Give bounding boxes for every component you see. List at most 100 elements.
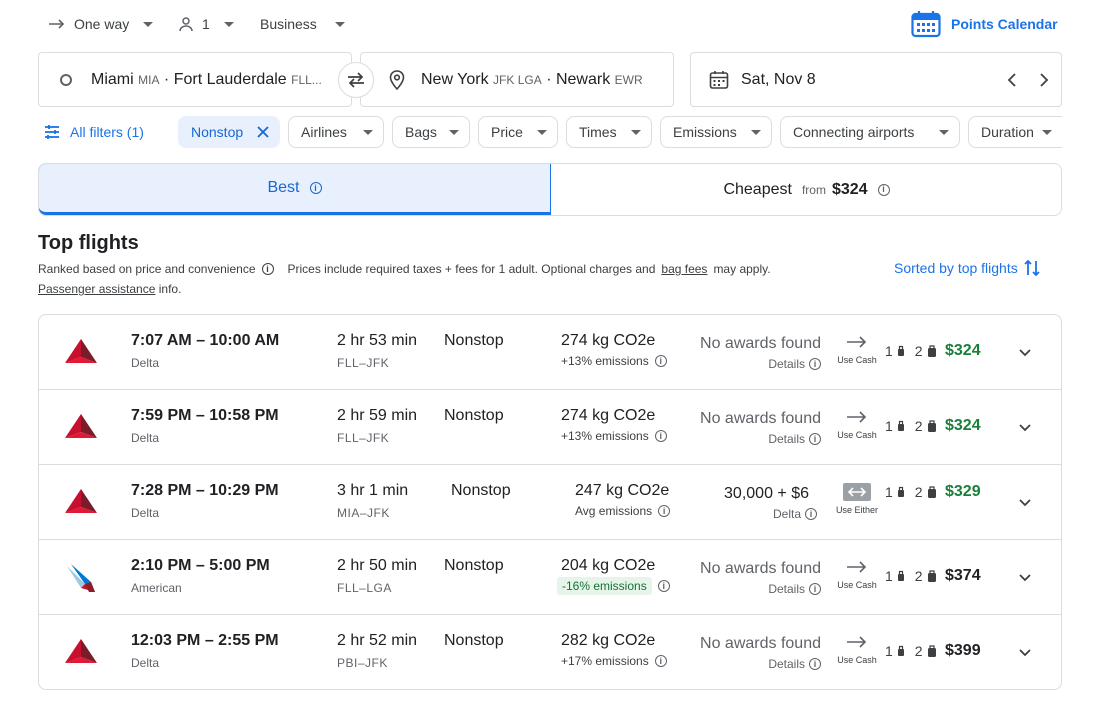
flight-price: $329 (945, 483, 981, 500)
award-details[interactable]: Details i (768, 432, 821, 446)
info-icon[interactable]: i (877, 183, 890, 196)
swap-button[interactable] (338, 62, 374, 98)
close-icon[interactable] (257, 126, 269, 138)
passenger-assistance-link[interactable]: Passenger assistance (38, 282, 155, 296)
info-icon[interactable]: i (658, 505, 671, 517)
flight-stops: Nonstop (444, 632, 504, 649)
flight-airline: Delta (131, 506, 160, 520)
previous-date-button[interactable] (1002, 70, 1022, 90)
calendar-grid-icon (911, 10, 941, 38)
flight-route: FLL–LGA (337, 581, 392, 595)
times-filter[interactable]: Times (566, 116, 652, 148)
chevron-down-icon[interactable] (1017, 344, 1033, 360)
emissions-filter[interactable]: Emissions (660, 116, 772, 148)
dest-separator: · (546, 70, 552, 88)
caret-down-icon (751, 129, 761, 135)
flight-times: 12:03 PM – 2:55 PM (131, 632, 279, 649)
trip-type-select[interactable]: One way (48, 12, 154, 36)
checked-bag-icon (927, 485, 937, 499)
location-pin-icon (389, 69, 405, 90)
award-details[interactable]: Delta i (773, 507, 817, 521)
destination-field[interactable]: New York JFK LGA · Newark EWR (360, 52, 674, 107)
passengers-select[interactable]: 1 (178, 12, 234, 36)
origin-field[interactable]: Miami MIA · Fort Lauderdale FLL... (38, 52, 352, 107)
flight-times: 7:59 PM – 10:58 PM (131, 407, 279, 424)
flight-duration: 2 hr 59 min (337, 407, 418, 424)
award-details[interactable]: Details i (768, 357, 821, 371)
chevron-down-icon[interactable] (1017, 494, 1033, 510)
trip-type-label: One way (74, 16, 130, 32)
delta-logo-icon (61, 633, 101, 673)
all-filters-button[interactable]: All filters (1) (44, 116, 144, 148)
cabin-select[interactable]: Business (260, 12, 345, 36)
flight-row[interactable]: 2:10 PM – 5:00 PM American 2 hr 50 min F… (39, 540, 1061, 615)
american-logo-icon (61, 558, 101, 598)
info-icon[interactable]: i (654, 655, 667, 667)
emissions-note-text: -16% emissions (557, 577, 652, 595)
cash-label: Use Cash (837, 355, 877, 365)
info-icon[interactable]: i (657, 580, 670, 592)
flight-row[interactable]: 12:03 PM – 2:55 PM Delta 2 hr 52 min PBI… (39, 615, 1061, 689)
flight-row[interactable]: 7:07 AM – 10:00 AM Delta 2 hr 53 min FLL… (39, 315, 1061, 390)
cabin-label: Business (260, 16, 317, 32)
price-filter[interactable]: Price (478, 116, 558, 148)
flight-duration: 3 hr 1 min (337, 482, 409, 499)
award-miles: 30,000 + $6 (724, 485, 809, 502)
info-icon[interactable]: i (654, 430, 667, 442)
dest-code-2: EWR (614, 72, 643, 87)
award-details[interactable]: Details i (768, 582, 821, 596)
flight-airline: American (131, 581, 182, 595)
checked-bag-icon (927, 419, 937, 433)
caret-down-icon (449, 129, 459, 135)
info-icon[interactable]: i (309, 182, 322, 194)
award-status: No awards found (700, 560, 821, 577)
caret-down-icon (223, 21, 234, 27)
nonstop-chip[interactable]: Nonstop (178, 116, 280, 148)
duration-filter[interactable]: Duration (968, 116, 1062, 148)
flight-row[interactable]: 7:28 PM – 10:29 PM Delta 3 hr 1 min MIA–… (39, 465, 1061, 540)
award-status: No awards found (700, 635, 821, 652)
checked-bag-icon (927, 644, 937, 658)
flight-co2: 204 kg CO2e (561, 557, 656, 574)
tab-best[interactable]: Best i (39, 164, 551, 215)
caret-down-icon (939, 129, 949, 135)
next-date-button[interactable] (1034, 70, 1054, 90)
flight-price: $374 (945, 567, 981, 584)
checked-bag-count: 2 (914, 484, 923, 500)
award-status: No awards found (700, 410, 821, 427)
bag-fees-link[interactable]: bag fees (661, 262, 707, 276)
connecting-airports-filter[interactable]: Connecting airports (780, 116, 960, 148)
points-calendar-button[interactable]: Points Calendar (911, 9, 1058, 39)
flight-row[interactable]: 7:59 PM – 10:58 PM Delta 2 hr 59 min FLL… (39, 390, 1061, 465)
flight-co2: 274 kg CO2e (561, 332, 656, 349)
origin-city-2: Fort Lauderdale (173, 70, 287, 88)
sort-button[interactable]: Sorted by top flights (894, 258, 1040, 278)
tab-cheapest[interactable]: Cheapest from $324 i (551, 164, 1061, 215)
caret-down-icon (143, 21, 154, 27)
info-icon: i (809, 433, 821, 445)
dest-city: New York (421, 70, 489, 88)
airlines-filter[interactable]: Airlines (288, 116, 384, 148)
caret-down-icon (631, 129, 641, 135)
chevron-down-icon[interactable] (1017, 419, 1033, 435)
cash-label: Use Cash (837, 580, 877, 590)
assistance-info-text: info. (158, 282, 182, 296)
flight-stops: Nonstop (444, 407, 504, 424)
info-icon[interactable]: i (654, 355, 667, 367)
flight-co2: 274 kg CO2e (561, 407, 656, 424)
bag-allowance: 1 2 (885, 568, 937, 584)
flight-duration: 2 hr 52 min (337, 632, 418, 649)
award-details[interactable]: Details i (768, 657, 821, 671)
date-value: Sat, Nov 8 (741, 70, 816, 88)
bag-allowance: 1 2 (885, 418, 937, 434)
sort-tabs: Best i Cheapest from $324 i (38, 163, 1062, 216)
delta-logo-icon (61, 483, 101, 523)
chevron-down-icon[interactable] (1017, 644, 1033, 660)
flight-emissions-note: +13% emissions i (561, 354, 667, 368)
airlines-filter-label: Airlines (301, 124, 347, 140)
carry-on-bag-icon (897, 486, 905, 498)
bags-filter[interactable]: Bags (392, 116, 470, 148)
caret-down-icon (537, 129, 547, 135)
chevron-down-icon[interactable] (1017, 569, 1033, 585)
info-icon[interactable]: i (261, 263, 274, 275)
